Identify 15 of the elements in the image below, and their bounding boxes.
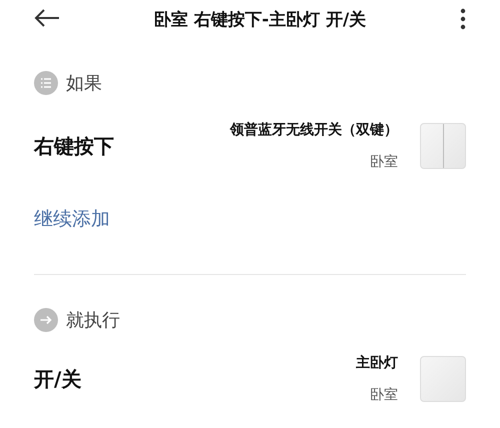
list-icon	[34, 71, 58, 95]
page-title: 卧室 右键按下-主卧灯 开/关	[152, 8, 368, 30]
back-icon[interactable]	[34, 9, 60, 27]
double-switch-icon	[420, 123, 466, 169]
trigger-label: 右键按下	[34, 132, 115, 160]
room-name: 卧室	[370, 153, 398, 171]
section-heading: 如果	[66, 72, 102, 95]
device-name: 领普蓝牙无线开关（双键）	[230, 121, 398, 139]
section-heading: 就执行	[66, 309, 120, 332]
room-name: 卧室	[370, 386, 398, 404]
more-icon[interactable]	[460, 8, 466, 30]
trigger-label: 开/关	[34, 366, 82, 392]
device-name: 主卧灯	[356, 354, 398, 372]
light-panel-icon	[420, 356, 466, 402]
add-more-link[interactable]: 继续添加	[34, 206, 110, 232]
